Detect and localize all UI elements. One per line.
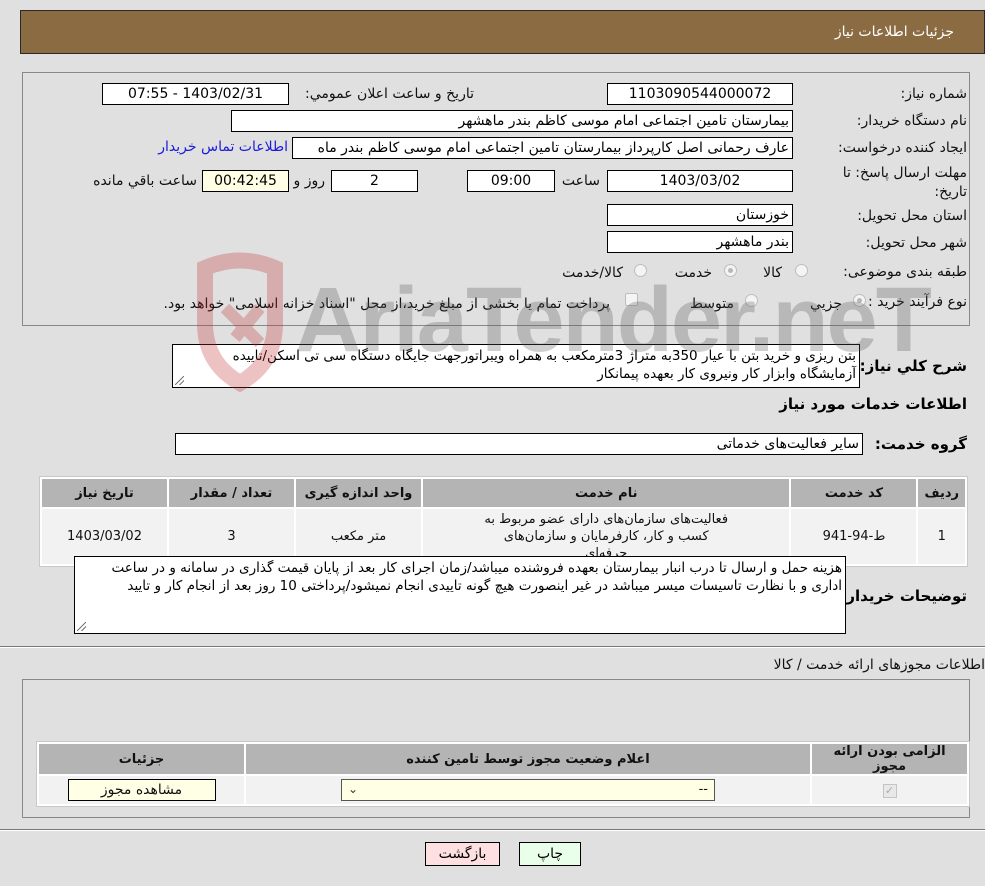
deadline-date-field[interactable]: 1403/03/02	[607, 170, 793, 192]
buyer-contact-link[interactable]: اطلاعات تماس خریدار	[158, 139, 288, 155]
creator-label: ایجاد کننده درخواست:	[838, 140, 967, 156]
table-row: ✓ -- ⌄ مشاهده مجوز	[39, 776, 967, 804]
creator-field[interactable]: عارف رحمانی اصل کارپرداز بیمارستان تامین…	[292, 137, 793, 159]
footer-divider	[0, 829, 985, 831]
chevron-down-icon: ⌄	[348, 782, 359, 796]
col-required: الزامی بودن ارائه مجوز	[812, 744, 967, 774]
view-permit-button[interactable]: مشاهده مجوز	[67, 779, 216, 801]
cell-details: مشاهده مجوز	[39, 776, 244, 804]
permit-status-select[interactable]: -- ⌄	[341, 779, 715, 801]
buyer-org-label: نام دستگاه خریدار:	[856, 113, 967, 129]
city-label: شهر محل تحویل:	[865, 235, 967, 251]
deadline-label: مهلت ارسال پاسخ: تا تاریخ:	[842, 165, 967, 200]
section-divider	[0, 646, 985, 648]
permits-table-header: الزامی بودن ارائه مجوز اعلام وضعیت مجوز …	[39, 744, 967, 774]
permit-status-value: --	[698, 782, 708, 797]
cell-required: ✓	[812, 776, 967, 804]
days-field[interactable]: 2	[331, 170, 418, 192]
category-radio-goods[interactable]	[795, 264, 808, 277]
buyer-notes-label: توضیحات خریدار:	[840, 587, 967, 605]
remaining-time-field: 00:42:45	[202, 170, 289, 192]
purchase-type-label: نوع فرآیند خرید :	[868, 294, 967, 310]
category-label: طبقه بندی موضوعی:	[843, 264, 967, 280]
services-table-header: ردیف کد خدمت نام خدمت واحد اندازه گیری ت…	[42, 479, 965, 507]
services-table-wrap: ردیف کد خدمت نام خدمت واحد اندازه گیری ت…	[39, 476, 968, 567]
col-date: تاریخ نیاز	[42, 479, 167, 507]
resize-grip-icon[interactable]	[175, 376, 184, 385]
buyer-notes-textarea[interactable]: هزینه حمل و ارسال تا درب انبار بیمارستان…	[74, 556, 846, 634]
buyer-org-field[interactable]: بیمارستان تامین اجتماعی امام موسی کاظم ب…	[231, 110, 793, 132]
description-label: شرح کلي نياز:	[859, 357, 967, 375]
cell-row: 1	[918, 509, 965, 564]
purchase-radio-minor[interactable]	[853, 294, 866, 307]
services-table: ردیف کد خدمت نام خدمت واحد اندازه گیری ت…	[39, 476, 968, 567]
treasury-payment-checkbox[interactable]	[625, 293, 638, 306]
description-text: بتن ریزی و خرید بتن با عیار 350به متراژ …	[232, 348, 856, 382]
treasury-payment-note: پرداخت تمام یا بخشی از مبلغ خرید،از محل …	[163, 296, 610, 312]
days-label: روز و	[293, 173, 326, 189]
purchase-option-minor: جزيي	[810, 296, 842, 312]
col-row: ردیف	[918, 479, 965, 507]
city-field[interactable]: بندر ماهشهر	[607, 231, 793, 253]
page-header: جزئیات اطلاعات نیاز	[20, 10, 985, 54]
announce-label: تاریخ و ساعت اعلان عمومي:	[305, 86, 474, 102]
remaining-label: ساعت باقي مانده	[93, 173, 197, 189]
service-group-field[interactable]: سایر فعالیت‌های خدماتی	[175, 433, 863, 455]
services-section-title: اطلاعات خدمات مورد نیاز	[779, 395, 967, 413]
permits-section-title: اطلاعات مجوزهای ارائه خدمت / کالا	[773, 657, 985, 673]
resize-grip-icon[interactable]	[77, 622, 86, 631]
purchase-radio-medium[interactable]	[745, 294, 758, 307]
province-label: استان محل تحویل:	[857, 208, 967, 224]
col-qty: تعداد / مقدار	[169, 479, 294, 507]
buyer-notes-text: هزینه حمل و ارسال تا درب انبار بیمارستان…	[111, 560, 842, 594]
col-name: نام خدمت	[423, 479, 790, 507]
required-checkbox: ✓	[882, 783, 897, 798]
deadline-time-field[interactable]: 09:00	[467, 170, 555, 192]
purchase-option-medium: متوسط	[690, 296, 734, 312]
deadline-time-label: ساعت	[561, 173, 600, 189]
cell-status: -- ⌄	[246, 776, 810, 804]
announce-field[interactable]: 1403/02/31 - 07:55	[102, 83, 289, 105]
category-option-goods: کالا	[763, 265, 782, 281]
service-group-label: گروه خدمت:	[874, 435, 967, 453]
col-unit: واحد اندازه گیری	[296, 479, 421, 507]
col-status: اعلام وضعیت مجوز توسط تامین کننده	[246, 744, 810, 774]
permits-table: الزامی بودن ارائه مجوز اعلام وضعیت مجوز …	[36, 741, 970, 807]
page-title: جزئیات اطلاعات نیاز	[834, 24, 954, 40]
print-button[interactable]: چاپ	[519, 842, 581, 866]
province-field[interactable]: خوزستان	[607, 204, 793, 226]
category-option-service: خدمت	[674, 265, 712, 281]
need-number-label: شماره نیاز:	[900, 86, 968, 102]
category-radio-goods-service[interactable]	[634, 264, 647, 277]
permits-table-wrap: الزامی بودن ارائه مجوز اعلام وضعیت مجوز …	[36, 741, 970, 807]
col-details: جزئیات	[39, 744, 244, 774]
back-button[interactable]: بازگشت	[425, 842, 500, 866]
need-number-field[interactable]: 1103090544000072	[607, 83, 793, 105]
col-code: کد خدمت	[791, 479, 917, 507]
description-textarea[interactable]: بتن ریزی و خرید بتن با عیار 350به متراژ …	[172, 344, 860, 388]
category-radio-service[interactable]	[724, 264, 737, 277]
category-option-goods-service: کالا/خدمت	[562, 265, 623, 281]
